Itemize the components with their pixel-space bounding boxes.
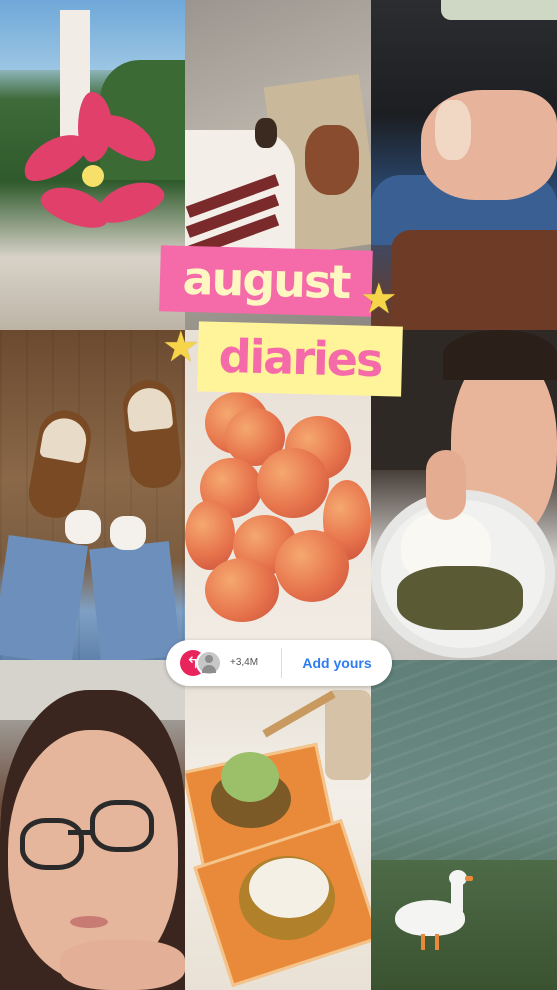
- photo-grid: [0, 0, 557, 990]
- add-yours-button[interactable]: Add yours: [282, 640, 392, 686]
- star-icon: ★: [360, 274, 398, 323]
- add-yours-sticker[interactable]: ↰ +3,4M Add yours: [166, 640, 392, 686]
- pink-lily-photo: [0, 0, 185, 330]
- participant-count: +3,4M: [230, 657, 259, 668]
- title-sticker-august: august: [159, 245, 373, 317]
- star-icon: ★: [162, 322, 200, 371]
- slippers-photo: [0, 330, 185, 660]
- goose-by-water-photo: [371, 660, 557, 990]
- toy-figure-in-car-photo: [371, 0, 557, 330]
- participant-avatar-icon: [196, 650, 222, 676]
- cookies-photo: [185, 660, 371, 990]
- title-sticker-diaries: diaries: [197, 321, 403, 397]
- story-collage: august diaries ★ ★ ↰ +3,4M Add yours: [0, 0, 557, 990]
- glasses-selfie-photo: [0, 660, 185, 990]
